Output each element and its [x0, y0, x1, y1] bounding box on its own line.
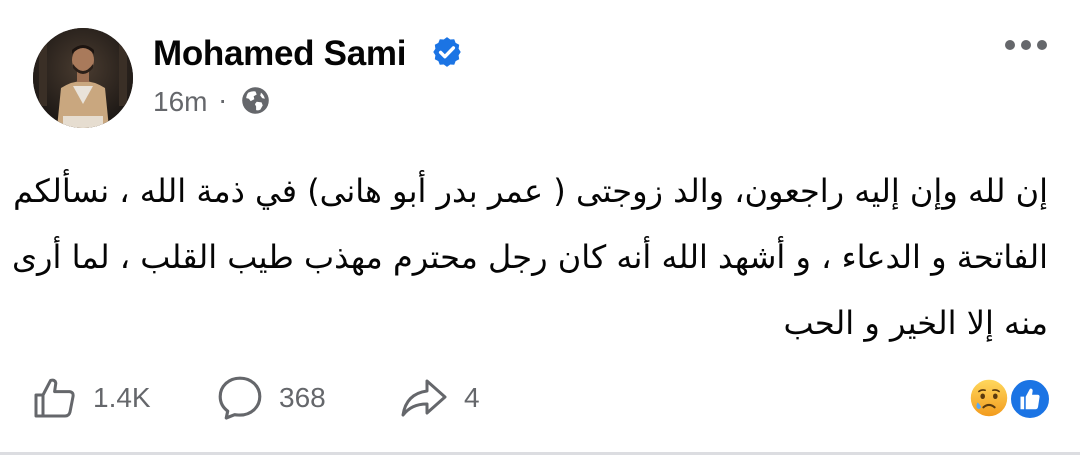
author-name[interactable]: Mohamed Sami	[153, 34, 406, 74]
share-icon	[401, 379, 447, 417]
post-timestamp[interactable]: 16m	[153, 86, 207, 118]
reaction-summary[interactable]	[964, 375, 1054, 421]
post-text-line: منه إلا الخير و الحب	[783, 304, 1048, 342]
author-avatar[interactable]	[33, 28, 133, 128]
post-text-line: إن لله وإن إليه راجعون، والد زوجتى ( عمر…	[13, 172, 1048, 210]
share-count: 4	[464, 382, 480, 413]
like-button[interactable]: 1.4K	[31, 372, 151, 424]
more-dot	[1037, 40, 1047, 50]
like-reaction-icon	[1008, 377, 1052, 421]
sad-reaction-icon	[968, 377, 1010, 419]
post-text-line: الفاتحة و الدعاء ، و أشهد الله أنه كان ر…	[12, 238, 1048, 276]
thumbs-up-icon	[34, 378, 75, 418]
timestamp-separator: ·	[218, 84, 228, 115]
globe-icon[interactable]	[241, 86, 270, 115]
comment-button[interactable]: 368	[215, 372, 326, 424]
share-button[interactable]: 4	[398, 372, 480, 424]
more-dot	[1005, 40, 1015, 50]
comment-icon	[218, 376, 262, 420]
more-dot	[1021, 40, 1031, 50]
like-count: 1.4K	[93, 382, 151, 413]
more-options-button[interactable]	[1002, 30, 1050, 60]
avatar-photo	[33, 28, 133, 128]
post-message: إن لله وإن إليه راجعون، والد زوجتى ( عمر…	[12, 158, 1048, 356]
verified-badge-icon	[433, 37, 461, 67]
comment-count: 368	[279, 382, 326, 413]
facebook-post: Mohamed Sami 16m · إن لله وإن إليه راجعو…	[0, 0, 1080, 455]
